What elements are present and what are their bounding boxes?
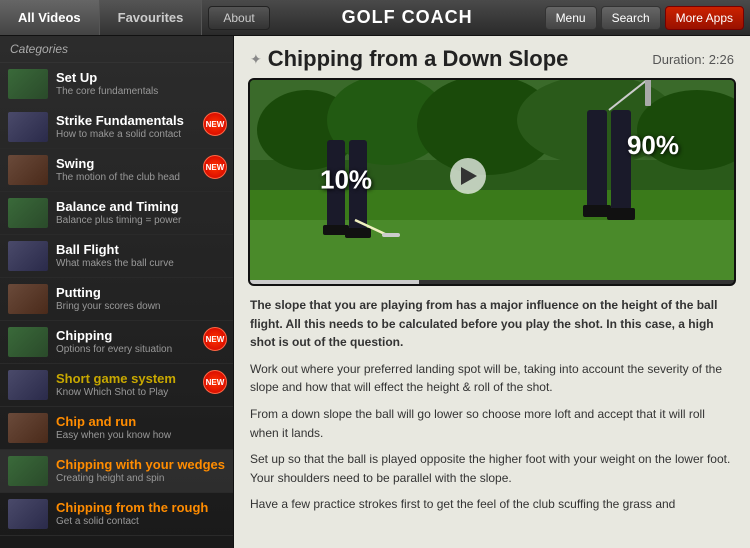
- sidebar-item-chiprun[interactable]: Chip and run Easy when you know how: [0, 407, 233, 450]
- cat-title-strike: Strike Fundamentals: [56, 113, 225, 129]
- cat-thumb-wedges: [8, 456, 48, 486]
- new-badge-chipping: NEW: [203, 327, 227, 351]
- cat-subtitle-chipping: Options for every situation: [56, 343, 225, 356]
- tab-favourites[interactable]: Favourites: [100, 0, 203, 35]
- cat-thumb-strike: [8, 112, 48, 142]
- about-button[interactable]: About: [208, 6, 269, 30]
- sidebar-item-swing[interactable]: Swing The motion of the club head NEW: [0, 149, 233, 192]
- cat-subtitle-shortgame: Know Which Shot to Play: [56, 386, 225, 399]
- text-content-area: The slope that you are playing from has …: [234, 296, 750, 534]
- pct-90-label: 90%: [627, 130, 679, 161]
- cat-subtitle-putting: Bring your scores down: [56, 300, 225, 313]
- paragraph-5: Have a few practice strokes first to get…: [250, 495, 734, 514]
- menu-button[interactable]: Menu: [545, 6, 597, 30]
- cat-title-wedges: Chipping with your wedges: [56, 457, 225, 473]
- cat-thumb-ballflight: [8, 241, 48, 271]
- video-duration: Duration: 2:26: [652, 52, 734, 67]
- app-title-area: GOLF COACH: [270, 7, 545, 28]
- cat-title-swing: Swing: [56, 156, 225, 172]
- tab-all-videos[interactable]: All Videos: [0, 0, 100, 35]
- sidebar-item-wedges[interactable]: Chipping with your wedges Creating heigh…: [0, 450, 233, 493]
- cat-subtitle-setup: The core fundamentals: [56, 85, 225, 98]
- cat-subtitle-ballflight: What makes the ball curve: [56, 257, 225, 270]
- main-layout: Categories Set Up The core fundamentals …: [0, 36, 750, 548]
- video-progress-fill: [250, 280, 419, 284]
- search-button[interactable]: Search: [601, 6, 661, 30]
- cat-title-setup: Set Up: [56, 70, 225, 86]
- video-progress-bar[interactable]: [250, 280, 734, 284]
- sidebar-item-balance[interactable]: Balance and Timing Balance plus timing =…: [0, 192, 233, 235]
- cat-subtitle-balance: Balance plus timing = power: [56, 214, 225, 227]
- video-player[interactable]: 10% 90%: [248, 78, 736, 286]
- sidebar-header: Categories: [0, 36, 233, 63]
- play-arrow-icon: [461, 167, 477, 185]
- sidebar: Categories Set Up The core fundamentals …: [0, 36, 234, 548]
- play-button[interactable]: [450, 158, 486, 194]
- cat-subtitle-strike: How to make a solid contact: [56, 128, 225, 141]
- cat-thumb-swing: [8, 155, 48, 185]
- new-badge-strike: NEW: [203, 112, 227, 136]
- sidebar-item-ballflight[interactable]: Ball Flight What makes the ball curve: [0, 235, 233, 278]
- cat-title-chiprun: Chip and run: [56, 414, 225, 430]
- content-title: Chipping from a Down Slope: [268, 46, 569, 72]
- paragraph-2: Work out where your preferred landing sp…: [250, 360, 734, 397]
- cat-thumb-setup: [8, 69, 48, 99]
- new-badge-shortgame: NEW: [203, 370, 227, 394]
- content-header: ✦ Chipping from a Down Slope Duration: 2…: [234, 36, 750, 78]
- sidebar-item-shortgame[interactable]: Short game system Know Which Shot to Pla…: [0, 364, 233, 407]
- more-apps-button[interactable]: More Apps: [665, 6, 744, 30]
- cat-subtitle-rough: Get a solid contact: [56, 515, 225, 528]
- sidebar-item-setup[interactable]: Set Up The core fundamentals: [0, 63, 233, 106]
- sidebar-item-strike[interactable]: Strike Fundamentals How to make a solid …: [0, 106, 233, 149]
- cat-title-ballflight: Ball Flight: [56, 242, 225, 258]
- sidebar-item-putting[interactable]: Putting Bring your scores down: [0, 278, 233, 321]
- top-navigation: All Videos Favourites About GOLF COACH M…: [0, 0, 750, 36]
- cat-thumb-putting: [8, 284, 48, 314]
- cat-thumb-rough: [8, 499, 48, 529]
- sidebar-item-rough[interactable]: Chipping from the rough Get a solid cont…: [0, 493, 233, 536]
- cat-thumb-shortgame: [8, 370, 48, 400]
- main-tabs: All Videos Favourites: [0, 0, 202, 35]
- cat-subtitle-chiprun: Easy when you know how: [56, 429, 225, 442]
- new-badge-swing: NEW: [203, 155, 227, 179]
- cat-title-putting: Putting: [56, 285, 225, 301]
- cat-title-balance: Balance and Timing: [56, 199, 225, 215]
- cat-thumb-chipping: [8, 327, 48, 357]
- app-title: GOLF COACH: [342, 7, 473, 27]
- cat-subtitle-swing: The motion of the club head: [56, 171, 225, 184]
- sidebar-item-chipping[interactable]: Chipping Options for every situation NEW: [0, 321, 233, 364]
- cat-thumb-chiprun: [8, 413, 48, 443]
- cat-title-rough: Chipping from the rough: [56, 500, 225, 516]
- cat-subtitle-wedges: Creating height and spin: [56, 472, 225, 485]
- pct-10-label: 10%: [320, 165, 372, 196]
- paragraph-3: From a down slope the ball will go lower…: [250, 405, 734, 442]
- nav-right-buttons: Menu Search More Apps: [545, 6, 750, 30]
- cat-title-shortgame: Short game system: [56, 371, 225, 387]
- content-area: ✦ Chipping from a Down Slope Duration: 2…: [234, 36, 750, 548]
- paragraph-4: Set up so that the ball is played opposi…: [250, 450, 734, 487]
- cat-thumb-balance: [8, 198, 48, 228]
- cat-title-chipping: Chipping: [56, 328, 225, 344]
- star-icon: ✦: [250, 51, 262, 68]
- paragraph-1: The slope that you are playing from has …: [250, 296, 734, 352]
- video-frame: 10% 90%: [250, 80, 734, 280]
